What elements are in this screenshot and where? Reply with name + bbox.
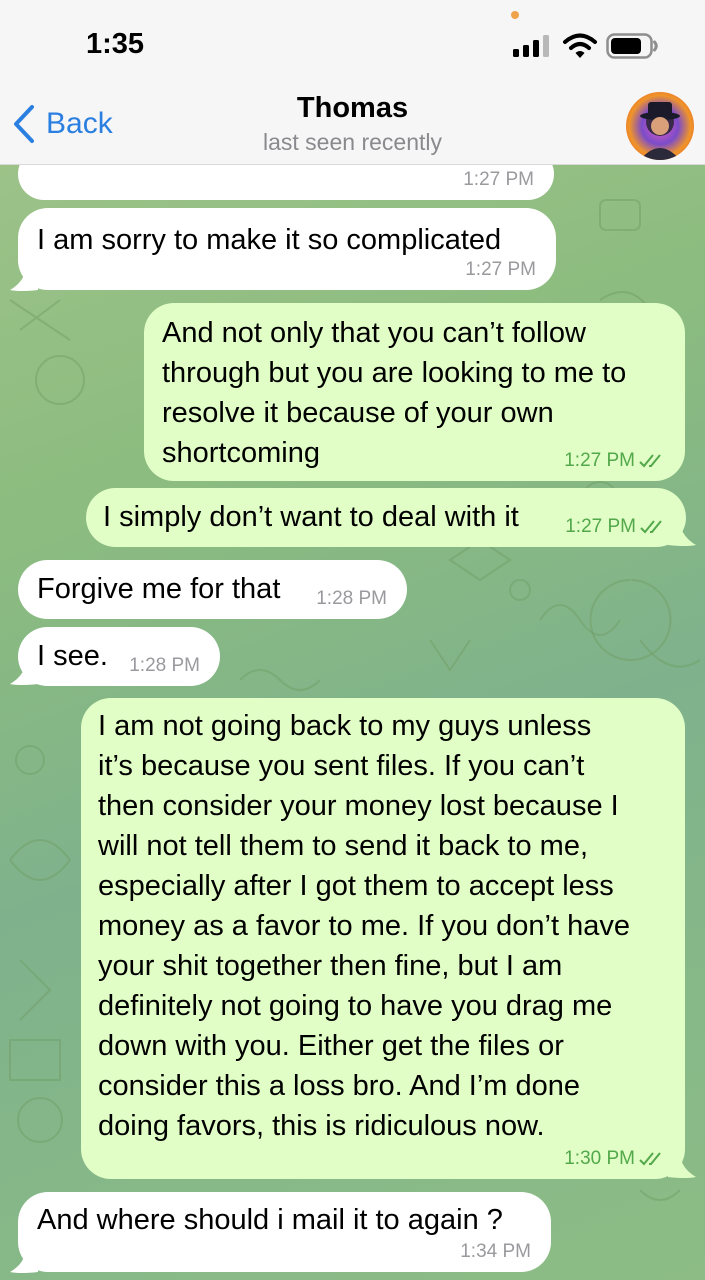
wifi-icon: [563, 33, 597, 58]
message-text: I am not going back to my guys unless it…: [98, 710, 630, 1142]
message-bubble-outgoing[interactable]: And not only that you can’t follow throu…: [144, 303, 685, 481]
message-time: 1:28 PM: [129, 655, 200, 676]
contact-name: Thomas: [296, 92, 409, 124]
message-time: 1:27 PM: [565, 516, 636, 537]
message-time: 1:30 PM: [564, 1148, 635, 1169]
contact-status: last seen recently: [263, 129, 442, 155]
message-text: I am sorry to make it so complicated: [37, 224, 502, 256]
message-meta: 1:28 PM: [316, 587, 387, 611]
signal-icon: [513, 35, 549, 57]
avatar[interactable]: [626, 92, 694, 160]
message-time: 1:27 PM: [564, 450, 635, 471]
privacy-indicator-dot: [511, 11, 519, 19]
message-meta: 1:27 PM: [465, 258, 536, 282]
message-text: And where should i mail it to again ?: [37, 1204, 503, 1236]
message-bubble-incoming[interactable]: And where should i mail it to again ? 1:…: [18, 1192, 551, 1272]
message-bubble-outgoing[interactable]: I simply don’t want to deal with it 1:27…: [86, 488, 686, 547]
message-meta: 1:27 PM: [565, 515, 666, 539]
read-receipt-icon: [639, 1152, 661, 1166]
message-meta: 1:27 PM: [564, 449, 665, 473]
message-bubble-outgoing[interactable]: I am not going back to my guys unless it…: [81, 698, 685, 1179]
message-bubble-incoming[interactable]: I see. 1:28 PM: [18, 627, 220, 686]
message-meta: 1:28 PM: [129, 654, 200, 678]
message-bubble-incoming[interactable]: Forgive me for that 1:28 PM: [18, 560, 407, 619]
message-meta: 1:34 PM: [460, 1240, 531, 1264]
message-bubble-incoming[interactable]: I am sorry to make it so complicated 1:2…: [18, 208, 556, 290]
message-time: 1:27 PM: [465, 259, 536, 280]
back-button-label: Back: [46, 107, 113, 140]
message-time: 1:34 PM: [460, 1241, 531, 1262]
message-time: 1:27 PM: [463, 169, 534, 190]
message-meta: 1:27 PM: [463, 168, 534, 192]
back-button[interactable]: Back: [12, 100, 113, 148]
chevron-left-icon: [14, 105, 34, 143]
battery-icon: [606, 33, 658, 59]
status-bar-time: 1:35: [86, 28, 145, 60]
message-time: 1:28 PM: [316, 588, 387, 609]
chat-header: 1:35 Back Thomas last seen recently: [0, 0, 705, 165]
message-meta: 1:30 PM: [564, 1147, 665, 1171]
read-receipt-icon: [640, 520, 662, 534]
contact-info[interactable]: Thomas last seen recently: [200, 92, 505, 156]
read-receipt-icon: [639, 454, 661, 468]
